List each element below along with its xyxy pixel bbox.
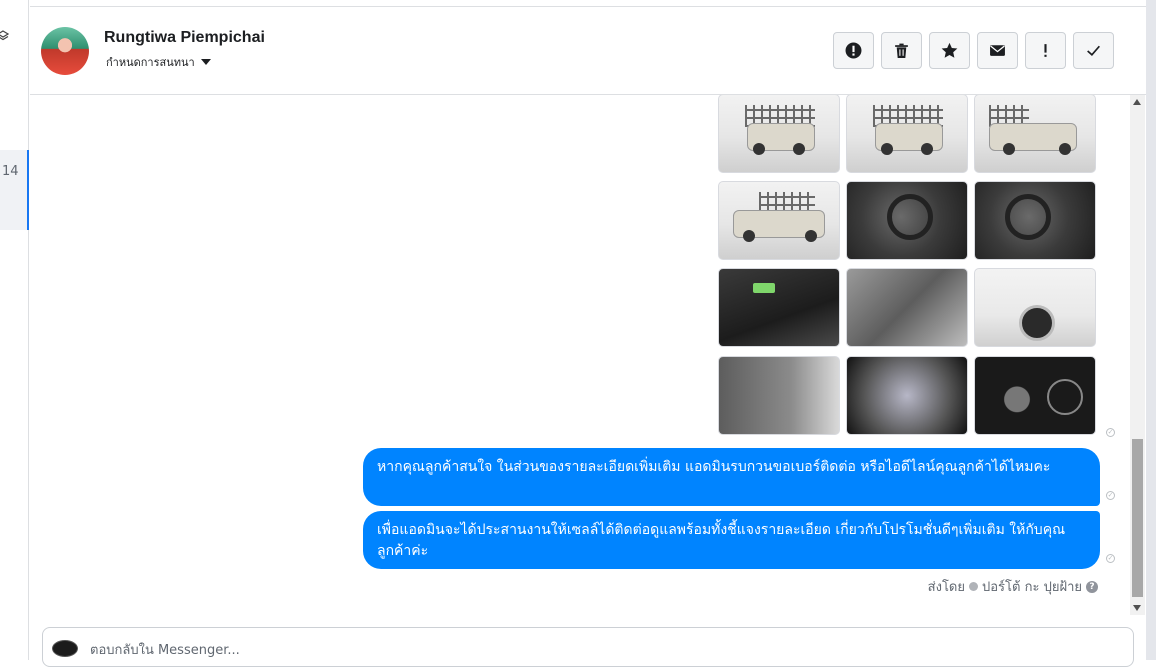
seen-check-icon: ✓	[1106, 428, 1115, 437]
seen-check-icon: ✓	[1106, 554, 1115, 563]
seen-check-icon: ✓	[1106, 491, 1115, 500]
alert-icon	[845, 42, 862, 59]
mark-done-button[interactable]	[1073, 32, 1114, 69]
envelope-icon	[990, 45, 1005, 56]
sent-by-label: ส่งโดย	[927, 580, 965, 595]
follow-up-button[interactable]	[1025, 32, 1066, 69]
help-icon[interactable]: ?	[1086, 580, 1098, 593]
mark-unread-button[interactable]	[977, 32, 1018, 69]
header-actions	[833, 32, 1114, 69]
assign-conversation-dropdown[interactable]: กำหนดการสนทนา	[106, 53, 211, 71]
photo-thumbnail[interactable]	[846, 268, 968, 347]
caret-down-icon	[200, 59, 211, 65]
message-bubble[interactable]: หากคุณลูกค้าสนใจ ในส่วนของรายละเอียดเพิ่…	[363, 448, 1100, 506]
conversation-item-time: 14	[2, 164, 19, 179]
delete-button[interactable]	[881, 32, 922, 69]
photo-thumbnail[interactable]	[846, 95, 968, 173]
photo-thumbnail[interactable]	[974, 268, 1096, 347]
star-icon	[941, 42, 958, 58]
checkmark-icon	[1087, 45, 1100, 56]
message-bubble[interactable]: เพื่อแอดมินจะได้ประสานงานให้เซลล์ได้ติดต…	[363, 511, 1100, 569]
exclamation-icon	[1044, 44, 1047, 57]
check-circle-icon	[969, 582, 978, 591]
window-edge	[1146, 0, 1156, 660]
scroll-down-arrow-icon[interactable]	[1133, 605, 1141, 611]
page-avatar	[52, 640, 78, 657]
avatar[interactable]	[41, 27, 89, 75]
left-sidebar: 14	[0, 0, 29, 660]
sender-name[interactable]: ปอร์โต้ กะ ปุยฝ้าย	[982, 576, 1082, 597]
reply-box[interactable]	[42, 627, 1134, 667]
photo-thumbnail[interactable]	[974, 95, 1096, 173]
scrollbar-thumb[interactable]	[1132, 439, 1143, 597]
thread-scrollbar[interactable]	[1130, 95, 1145, 615]
photo-thumbnail[interactable]	[718, 356, 840, 435]
assign-label: กำหนดการสนทนา	[106, 56, 195, 69]
selected-conversation-item[interactable]: 14	[0, 150, 29, 230]
photo-thumbnail[interactable]	[846, 181, 968, 260]
reply-input[interactable]	[90, 640, 990, 660]
photo-thumbnail[interactable]	[718, 181, 840, 260]
photo-thumbnail[interactable]	[718, 95, 840, 173]
photo-thumbnail[interactable]	[718, 268, 840, 347]
contact-name[interactable]: Rungtiwa Piempichai	[104, 29, 265, 47]
layers-icon[interactable]	[0, 30, 10, 46]
star-button[interactable]	[929, 32, 970, 69]
photo-thumbnail[interactable]	[974, 181, 1096, 260]
sent-by-line: ส่งโดย ปอร์โต้ กะ ปุยฝ้าย ?	[928, 576, 1098, 597]
photo-thumbnail[interactable]	[974, 356, 1096, 435]
conversation-header: Rungtiwa Piempichai กำหนดการสนทนา	[30, 6, 1146, 95]
trash-icon	[895, 43, 908, 58]
message-thread[interactable]: ✓ หากคุณลูกค้าสนใจ ในส่วนของรายละเอียดเพ…	[30, 95, 1130, 615]
photo-thumbnail[interactable]	[846, 356, 968, 435]
scroll-up-arrow-icon[interactable]	[1133, 99, 1141, 105]
mark-spam-button[interactable]	[833, 32, 874, 69]
